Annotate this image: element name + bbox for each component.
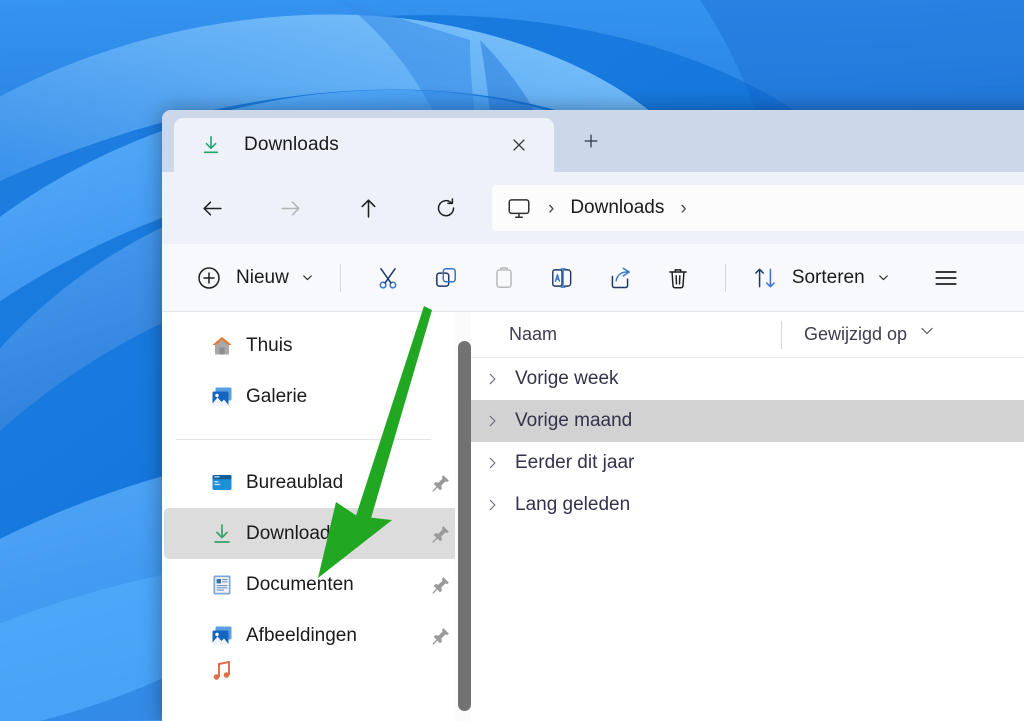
breadcrumb-downloads[interactable]: Downloads <box>570 197 664 219</box>
file-list-pane: Naam Gewijzigd op Vorige week Vorige maa… <box>471 312 1024 721</box>
share-button[interactable] <box>591 255 649 301</box>
sidebar-item-label: Thuis <box>246 334 293 356</box>
column-headers: Naam Gewijzigd op <box>471 312 1024 358</box>
sort-arrows-icon <box>754 268 775 287</box>
cut-button[interactable] <box>359 255 417 301</box>
sort-indicator-icon <box>921 327 933 335</box>
tab-close-button[interactable] <box>504 130 534 160</box>
pin-icon[interactable] <box>431 575 451 595</box>
downloads-arrow-icon <box>214 523 230 543</box>
navigation-pane: Thuis Galerie Bureaublad Downloads Docum… <box>162 312 471 721</box>
tab-downloads[interactable]: Downloads <box>174 118 554 172</box>
title-bar: Downloads <box>162 110 1024 172</box>
up-button[interactable] <box>344 186 392 230</box>
tab-title: Downloads <box>244 134 339 155</box>
pin-icon[interactable] <box>431 626 451 646</box>
sidebar-item-afbeeldingen[interactable]: Afbeeldingen <box>164 610 469 661</box>
plus-circle-icon <box>198 266 220 289</box>
sidebar-scrollbar[interactable] <box>455 312 471 721</box>
column-header-gewijzigd-op[interactable]: Gewijzigd op <box>782 324 1024 345</box>
chevron-right-icon[interactable] <box>485 414 499 428</box>
sidebar-item-label: Bureaublad <box>246 471 344 493</box>
up-arrow-icon <box>360 198 376 218</box>
sidebar-item-label: Downloads <box>246 522 340 544</box>
music-icon <box>213 661 230 680</box>
chevron-down-icon <box>878 275 888 281</box>
more-menu-button[interactable] <box>926 255 966 301</box>
sidebar-item-label: Afbeeldingen <box>246 624 357 646</box>
paste-icon <box>496 266 512 288</box>
hamburger-menu-icon <box>935 270 957 285</box>
new-tab-button[interactable] <box>574 124 608 158</box>
plus-icon <box>584 134 598 148</box>
gallery-icon <box>212 387 232 406</box>
toolbar-separator-1 <box>339 263 341 292</box>
sidebar-item-partial[interactable] <box>164 661 469 681</box>
sidebar-item-bureaublad[interactable]: Bureaublad <box>164 457 469 508</box>
chevron-right-icon[interactable] <box>485 498 499 512</box>
documents-icon <box>213 575 231 594</box>
breadcrumb-separator-2[interactable]: › <box>680 199 686 218</box>
column-header-label: Gewijzigd op <box>804 324 908 344</box>
sidebar-scrollbar-thumb[interactable] <box>458 341 471 711</box>
back-arrow-icon <box>202 200 222 216</box>
toolbar-separator-2 <box>724 263 726 292</box>
sidebar-item-documenten[interactable]: Documenten <box>164 559 469 610</box>
sidebar-item-downloads[interactable]: Downloads <box>164 508 469 559</box>
sidebar-item-galerie[interactable]: Galerie <box>164 371 469 422</box>
group-label: Lang geleden <box>515 494 631 515</box>
sidebar-item-thuis[interactable]: Thuis <box>164 320 469 371</box>
refresh-icon <box>437 198 455 217</box>
sidebar-item-label: Galerie <box>246 385 308 407</box>
share-icon <box>611 266 630 288</box>
sort-button-label: Sorteren <box>791 266 865 288</box>
group-label: Eerder dit jaar <box>515 452 635 473</box>
close-icon <box>513 139 525 151</box>
file-explorer-window: Downloads › Downloads › Nieuw Sorteren T… <box>162 110 1024 721</box>
group-label: Vorige maand <box>515 410 633 431</box>
sort-button[interactable]: Sorteren <box>744 256 898 300</box>
downloads-arrow-icon <box>203 135 219 154</box>
window-body: Thuis Galerie Bureaublad Downloads Docum… <box>162 312 1024 721</box>
refresh-button[interactable] <box>422 186 470 230</box>
back-button[interactable] <box>188 186 236 230</box>
new-button-label: Nieuw <box>236 266 289 288</box>
pin-icon[interactable] <box>431 473 451 493</box>
group-row-eerder-dit-jaar[interactable]: Eerder dit jaar <box>471 442 1024 484</box>
forward-button <box>266 186 314 230</box>
monitor-icon <box>508 199 530 218</box>
paste-button <box>475 255 533 301</box>
delete-button[interactable] <box>649 255 707 301</box>
group-row-lang-geleden[interactable]: Lang geleden <box>471 484 1024 526</box>
chevron-down-icon <box>302 275 312 281</box>
chevron-right-icon[interactable] <box>485 372 499 386</box>
navigation-bar: › Downloads › <box>162 172 1024 244</box>
group-label: Vorige week <box>515 368 619 389</box>
trash-icon <box>668 268 687 288</box>
sidebar-divider <box>176 439 431 440</box>
group-row-vorige-week[interactable]: Vorige week <box>471 358 1024 400</box>
rename-icon <box>551 267 572 288</box>
command-toolbar: Nieuw Sorteren <box>162 244 1024 312</box>
address-bar[interactable]: › Downloads › <box>492 185 1024 231</box>
chevron-right-icon[interactable] <box>485 456 499 470</box>
home-icon <box>212 336 232 354</box>
group-row-vorige-maand[interactable]: Vorige maand <box>471 400 1024 442</box>
rename-button[interactable] <box>533 255 591 301</box>
scissors-icon <box>379 267 397 289</box>
pictures-icon <box>212 626 232 645</box>
copy-icon <box>435 267 456 287</box>
breadcrumb-separator-1: › <box>548 197 555 219</box>
new-button[interactable]: Nieuw <box>188 256 322 300</box>
forward-arrow-icon <box>280 200 300 216</box>
pin-icon[interactable] <box>431 524 451 544</box>
desktop-icon <box>212 474 232 490</box>
sidebar-item-label: Documenten <box>246 573 354 595</box>
column-header-naam[interactable]: Naam <box>471 324 781 345</box>
copy-button[interactable] <box>417 255 475 301</box>
